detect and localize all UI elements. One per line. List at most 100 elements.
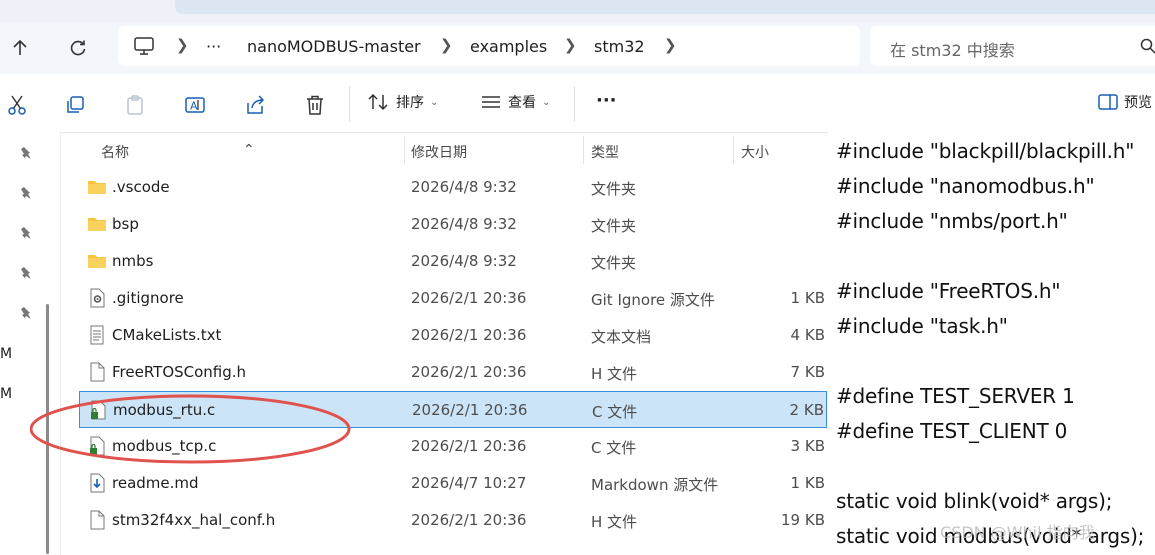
pin-icon[interactable] <box>20 186 34 200</box>
file-icon <box>87 362 107 382</box>
file-date: 2026/2/1 20:36 <box>411 511 527 529</box>
search-box[interactable]: 在 stm32 中搜索 <box>870 26 1155 66</box>
file-name: .gitignore <box>112 289 184 307</box>
file-row[interactable]: stm32f4xx_hal_conf.h 2026/2/1 20:36 H 文件 19… <box>79 502 827 539</box>
more-options-button[interactable]: ··· <box>596 90 617 111</box>
file-name: CMakeLists.txt <box>112 326 222 344</box>
file-row[interactable]: CMakeLists.txt 2026/2/1 20:36 文本文档 4 KB <box>79 317 827 354</box>
file-name: FreeRTOSConfig.h <box>112 363 247 381</box>
sort-label: 排序 <box>396 95 424 111</box>
search-icon[interactable] <box>1140 38 1155 54</box>
cut-icon[interactable] <box>6 94 28 116</box>
file-name: bsp <box>112 215 139 233</box>
column-header-name[interactable]: 名称 <box>101 142 129 162</box>
chevron-right-icon: ❯ <box>564 36 577 54</box>
toolbar-divider <box>574 86 575 122</box>
share-icon[interactable] <box>244 94 266 116</box>
column-header-row: ⌃ 名称 修改日期 类型 大小 <box>61 132 827 168</box>
annotation-ellipse <box>30 394 351 464</box>
copy-icon[interactable] <box>64 94 86 116</box>
file-name: nmbs <box>112 252 154 270</box>
pin-icon[interactable] <box>20 146 34 160</box>
sidebar-item-label[interactable]: M <box>0 346 12 362</box>
chevron-down-icon: ⌄ <box>430 96 439 108</box>
chevron-right-icon: ❯ <box>176 36 189 54</box>
sidebar-item-label[interactable]: M <box>0 386 12 402</box>
column-divider[interactable] <box>733 136 734 164</box>
view-button[interactable]: 查看 ⌄ <box>480 92 550 112</box>
file-row[interactable]: .gitignore 2026/2/1 20:36 Git Ignore 源文件 1 … <box>79 280 827 317</box>
file-date: 2026/4/8 9:32 <box>411 215 517 233</box>
file-row[interactable]: bsp 2026/4/8 9:32 文件夹 <box>79 206 827 243</box>
file-row[interactable]: nmbs 2026/4/8 9:32 文件夹 <box>79 243 827 280</box>
file-row[interactable]: readme.md 2026/4/7 10:27 Markdown 源文件 1 KB <box>79 465 827 502</box>
rename-icon[interactable]: A <box>184 94 206 116</box>
file-date: 2026/2/1 20:36 <box>411 326 527 344</box>
chevron-right-icon: ❯ <box>664 36 677 54</box>
tab-edge <box>175 0 1155 14</box>
file-size: 3 KB <box>790 437 825 455</box>
column-header-type[interactable]: 类型 <box>591 142 619 162</box>
file-type: H 文件 <box>591 513 638 531</box>
file-date: 2026/2/1 20:36 <box>412 401 528 419</box>
file-type: 文件夹 <box>591 254 637 272</box>
command-bar: A 排序 ⌄ 查看 ⌄ ··· 预览 <box>0 74 1155 133</box>
up-arrow-icon[interactable] <box>6 34 34 62</box>
file-size: 7 KB <box>790 363 825 381</box>
file-type: Markdown 源文件 <box>591 476 719 494</box>
refresh-icon[interactable] <box>64 34 92 62</box>
watermark: CSDN @Whil 指向我 <box>940 523 1095 542</box>
file-type: H 文件 <box>591 365 638 383</box>
file-size: 1 KB <box>790 474 825 492</box>
column-header-date[interactable]: 修改日期 <box>411 142 467 162</box>
text-file-icon <box>87 325 107 345</box>
address-bar[interactable]: ❯ ··· nanoMODBUS-master ❯ examples ❯ stm… <box>118 26 860 66</box>
preview-pane-icon <box>1098 94 1118 110</box>
preview-pane: #include "blackpill/blackpill.h" #include… <box>828 132 1155 555</box>
sort-caret-icon: ⌃ <box>243 142 255 158</box>
breadcrumb-ellipsis[interactable]: ··· <box>206 37 221 56</box>
toolbar-divider <box>349 86 350 122</box>
file-type: 文件夹 <box>591 180 637 198</box>
file-type: 文本文档 <box>591 328 652 346</box>
file-type: C 文件 <box>591 439 637 457</box>
file-date: 2026/2/1 20:36 <box>411 289 527 307</box>
pin-icon[interactable] <box>20 226 34 240</box>
column-divider[interactable] <box>404 136 405 164</box>
code-line: #include "task.h" <box>836 314 1008 338</box>
breadcrumb-stm32[interactable]: stm32 <box>594 37 645 56</box>
sort-button[interactable]: 排序 ⌄ <box>368 92 438 112</box>
svg-text:A: A <box>190 100 198 113</box>
code-line: #define TEST_SERVER 1 <box>836 384 1075 408</box>
file-size: 1 KB <box>790 289 825 307</box>
file-name: readme.md <box>112 474 199 492</box>
file-list: ⌃ 名称 修改日期 类型 大小 .vscode 2026/4/8 9:32 文件夹 b… <box>61 132 827 555</box>
navigation-bar: ❯ ··· nanoMODBUS-master ❯ examples ❯ stm… <box>0 22 1155 74</box>
file-size: 2 KB <box>789 401 824 419</box>
file-type: 文件夹 <box>591 217 637 235</box>
search-input[interactable]: 在 stm32 中搜索 <box>890 37 1015 61</box>
pin-icon[interactable] <box>20 306 34 320</box>
sort-icon <box>368 93 388 111</box>
file-size: 19 KB <box>781 511 825 529</box>
file-row[interactable]: FreeRTOSConfig.h 2026/2/1 20:36 H 文件 7 KB <box>79 354 827 391</box>
delete-icon[interactable] <box>304 94 326 116</box>
file-row[interactable]: .vscode 2026/4/8 9:32 文件夹 <box>79 169 827 206</box>
file-date: 2026/4/7 10:27 <box>411 474 527 492</box>
file-size: 4 KB <box>790 326 825 344</box>
code-line: #include "blackpill/blackpill.h" <box>836 139 1135 163</box>
pin-icon[interactable] <box>20 266 34 280</box>
view-label: 查看 <box>508 95 536 111</box>
column-header-size[interactable]: 大小 <box>741 142 769 162</box>
column-divider[interactable] <box>583 136 584 164</box>
paste-icon[interactable] <box>124 94 146 116</box>
file-date: 2026/4/8 9:32 <box>411 252 517 270</box>
breadcrumb-nanomodbus[interactable]: nanoMODBUS-master <box>247 37 421 56</box>
file-date: 2026/2/1 20:36 <box>411 363 527 381</box>
code-line: #define TEST_CLIENT 0 <box>836 419 1068 443</box>
breadcrumb-examples[interactable]: examples <box>470 37 547 56</box>
chevron-right-icon: ❯ <box>440 36 453 54</box>
preview-pane-button[interactable]: 预览 <box>1098 92 1152 112</box>
code-line: static void blink(void* args); <box>836 489 1113 513</box>
computer-icon <box>134 37 154 55</box>
